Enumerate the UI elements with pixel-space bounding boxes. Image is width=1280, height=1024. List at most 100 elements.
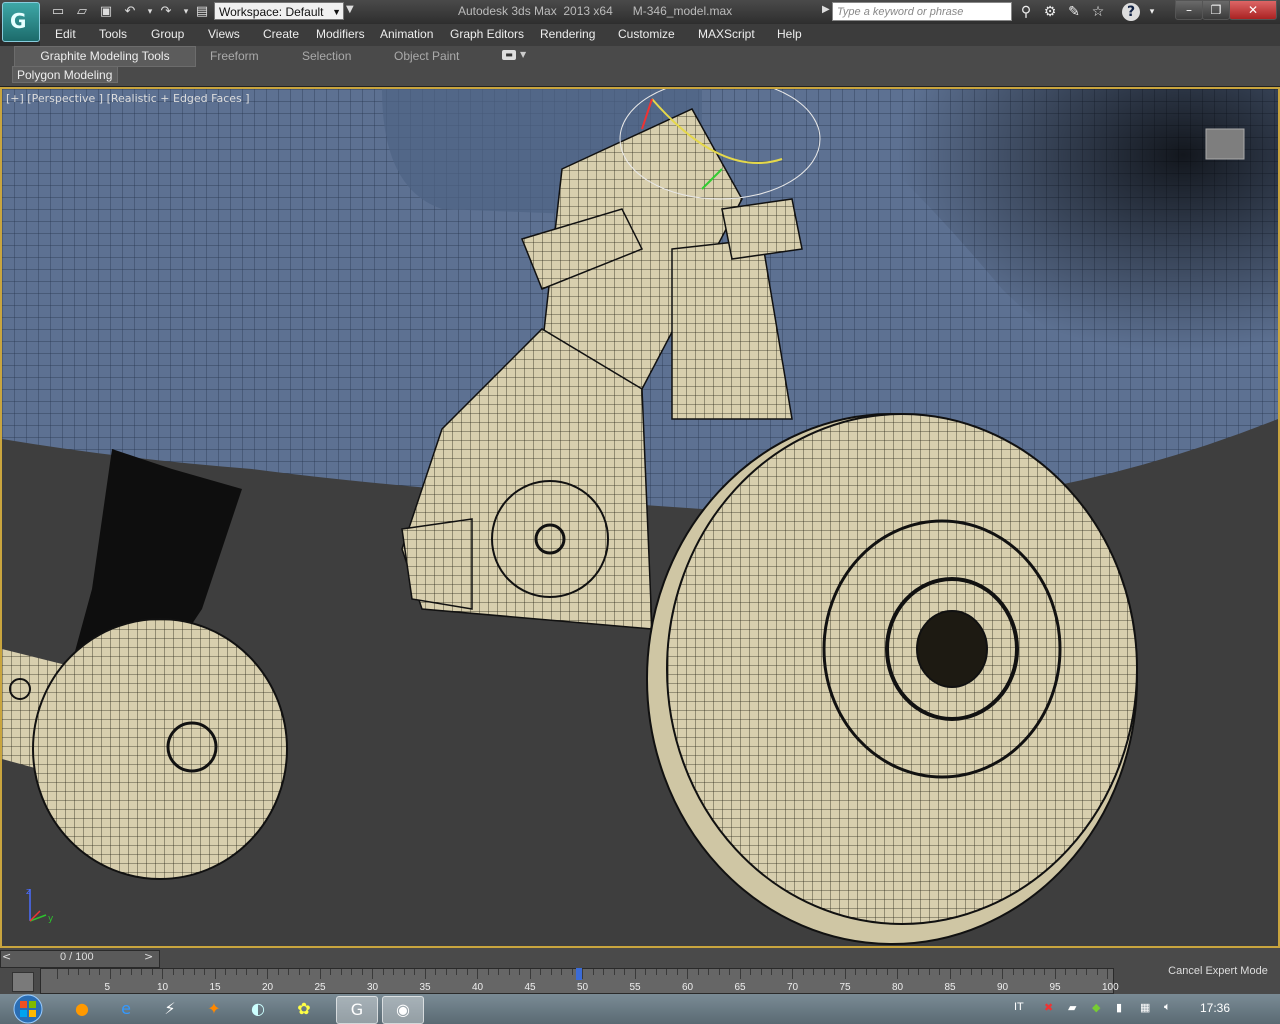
timeline-tick — [498, 969, 499, 975]
binoculars-icon[interactable]: ⚲ — [1016, 3, 1036, 21]
perspective-viewport[interactable]: z y — [0, 87, 1280, 948]
workspace-dropdown[interactable]: Workspace: Default ▼ — [214, 2, 344, 20]
windows-taskbar — [0, 994, 1280, 1024]
open-mini-curve-editor-icon[interactable] — [12, 972, 34, 992]
viewcube[interactable] — [1205, 128, 1245, 160]
tab-freeform[interactable]: Freeform — [210, 49, 259, 63]
new-file-icon[interactable]: ▭ — [50, 4, 66, 20]
app-menu-button[interactable]: G — [2, 2, 40, 42]
subscription-center-icon[interactable]: ⚙ — [1040, 3, 1060, 21]
menu-customize[interactable]: Customize — [618, 27, 675, 41]
network-icon[interactable]: ▦ — [1140, 1001, 1150, 1014]
redo-dropdown-icon[interactable]: ▾ — [178, 4, 194, 20]
tab-graphite-modeling-tools[interactable]: Graphite Modeling Tools — [14, 46, 196, 67]
timeline-tick — [414, 969, 415, 975]
redo-icon[interactable]: ↷ — [158, 4, 174, 20]
window-title: Autodesk 3ds Max 2013 x64 M-346_model.ma… — [458, 4, 733, 18]
pivot-hub — [491, 480, 609, 598]
help-dropdown-icon[interactable]: ▾ — [1142, 3, 1162, 21]
timeline-tick — [508, 969, 510, 975]
3dsmax-taskbar-icon[interactable]: G — [336, 996, 378, 1024]
tray-icon[interactable]: ▮ — [1116, 1001, 1122, 1014]
timeline-tick-label: 70 — [787, 982, 799, 993]
menu-graph-editors[interactable]: Graph Editors — [450, 27, 524, 41]
app-icon[interactable]: ✿ — [284, 996, 324, 1022]
timeline-tick — [928, 969, 930, 975]
maximize-button[interactable]: ❐ — [1202, 0, 1230, 20]
language-indicator[interactable]: IT — [1014, 1001, 1024, 1013]
firefox-icon[interactable]: ● — [62, 996, 102, 1022]
chevron-down-icon[interactable]: ▼ — [520, 50, 526, 59]
undo-dropdown-icon[interactable]: ▾ — [142, 4, 158, 20]
timeline-tick-label: 80 — [892, 982, 904, 993]
time-slider-prev-button[interactable]: < — [2, 950, 11, 963]
timeline-tick — [256, 969, 258, 975]
project-folder-icon[interactable]: ▤ — [194, 4, 210, 20]
tab-selection[interactable]: Selection — [302, 49, 351, 63]
timeline-tick — [823, 969, 825, 975]
internet-explorer-icon[interactable]: e — [106, 996, 146, 1022]
menu-maxscript[interactable]: MAXScript — [698, 27, 755, 41]
timeline-tick-label: 65 — [734, 982, 746, 993]
timeline-tick — [1096, 969, 1098, 975]
timeline-tick — [340, 969, 342, 975]
timeline-tick — [739, 969, 741, 979]
menu-rendering[interactable]: Rendering — [540, 27, 595, 41]
timeline-tick-label: 20 — [262, 982, 274, 993]
timeline-tick — [309, 969, 310, 975]
quick-access-customize-icon[interactable]: ▼ — [346, 4, 356, 20]
nvidia-icon[interactable]: ◆ — [1092, 1001, 1100, 1014]
timeline-tick — [834, 969, 835, 975]
timeline-tick — [172, 969, 174, 975]
cancel-expert-mode-button[interactable]: Cancel Expert Mode — [1156, 956, 1280, 986]
help-icon[interactable]: ? — [1122, 3, 1140, 21]
timeline-tick — [1075, 969, 1077, 975]
tray-icon[interactable]: ✖ — [1044, 1001, 1053, 1014]
timeline-tick — [330, 969, 331, 975]
timeline-tick — [204, 969, 205, 975]
ribbon-options-icon[interactable]: ▬ — [502, 50, 516, 60]
search-expand-icon[interactable]: ▶ — [822, 4, 830, 15]
app-icon[interactable]: ◐ — [238, 996, 278, 1022]
timeline-tick — [162, 969, 163, 979]
timeline-tick — [1065, 969, 1066, 975]
time-slider-next-button[interactable]: > — [144, 950, 153, 963]
start-button[interactable] — [2, 994, 46, 1024]
undo-icon[interactable]: ↶ — [122, 4, 138, 20]
clock[interactable]: 17:36 — [1200, 1001, 1230, 1015]
current-frame-marker[interactable] — [576, 968, 582, 980]
timeline-tick — [277, 969, 279, 975]
polygon-modeling-panel[interactable]: Polygon Modeling — [12, 66, 118, 83]
volume-icon[interactable]: 🔈︎ — [1164, 1001, 1171, 1014]
save-file-icon[interactable]: ▣ — [98, 4, 114, 20]
menu-edit[interactable]: Edit — [55, 27, 76, 41]
timeline-tick — [655, 969, 657, 975]
tray-icon[interactable]: ▰ — [1068, 1001, 1076, 1014]
timeline-tick — [67, 969, 69, 975]
menu-group[interactable]: Group — [151, 27, 184, 41]
menu-create[interactable]: Create — [263, 27, 299, 41]
favorites-star-icon[interactable]: ☆ — [1088, 3, 1108, 21]
communication-center-icon[interactable]: ✎ — [1064, 3, 1084, 21]
upper-link — [721, 198, 803, 260]
open-file-icon[interactable]: ▱ — [74, 4, 90, 20]
menu-help[interactable]: Help — [777, 27, 802, 41]
viewport-label[interactable]: [+] [Perspective ] [Realistic + Edged Fa… — [6, 92, 250, 105]
timeline-tick — [361, 969, 363, 975]
menu-views[interactable]: Views — [208, 27, 240, 41]
menu-tools[interactable]: Tools — [99, 27, 127, 41]
time-slider-text: 0 / 100 — [60, 951, 94, 963]
timeline-tick — [550, 969, 552, 975]
thunderbolt-app-icon[interactable]: ⚡ — [150, 996, 190, 1022]
main-wheel-face — [666, 413, 1138, 925]
timeline-tick — [424, 969, 426, 979]
app-taskbar-icon[interactable]: ◉ — [382, 996, 424, 1024]
close-button[interactable]: ✕ — [1229, 0, 1277, 20]
app-icon[interactable]: ✦ — [194, 996, 234, 1022]
minimize-button[interactable]: – — [1175, 0, 1203, 20]
tab-object-paint[interactable]: Object Paint — [394, 49, 459, 63]
search-input[interactable]: Type a keyword or phrase — [832, 2, 1012, 21]
menu-animation[interactable]: Animation — [380, 27, 433, 41]
menu-modifiers[interactable]: Modifiers — [316, 27, 365, 41]
timeline-tick — [729, 969, 730, 975]
